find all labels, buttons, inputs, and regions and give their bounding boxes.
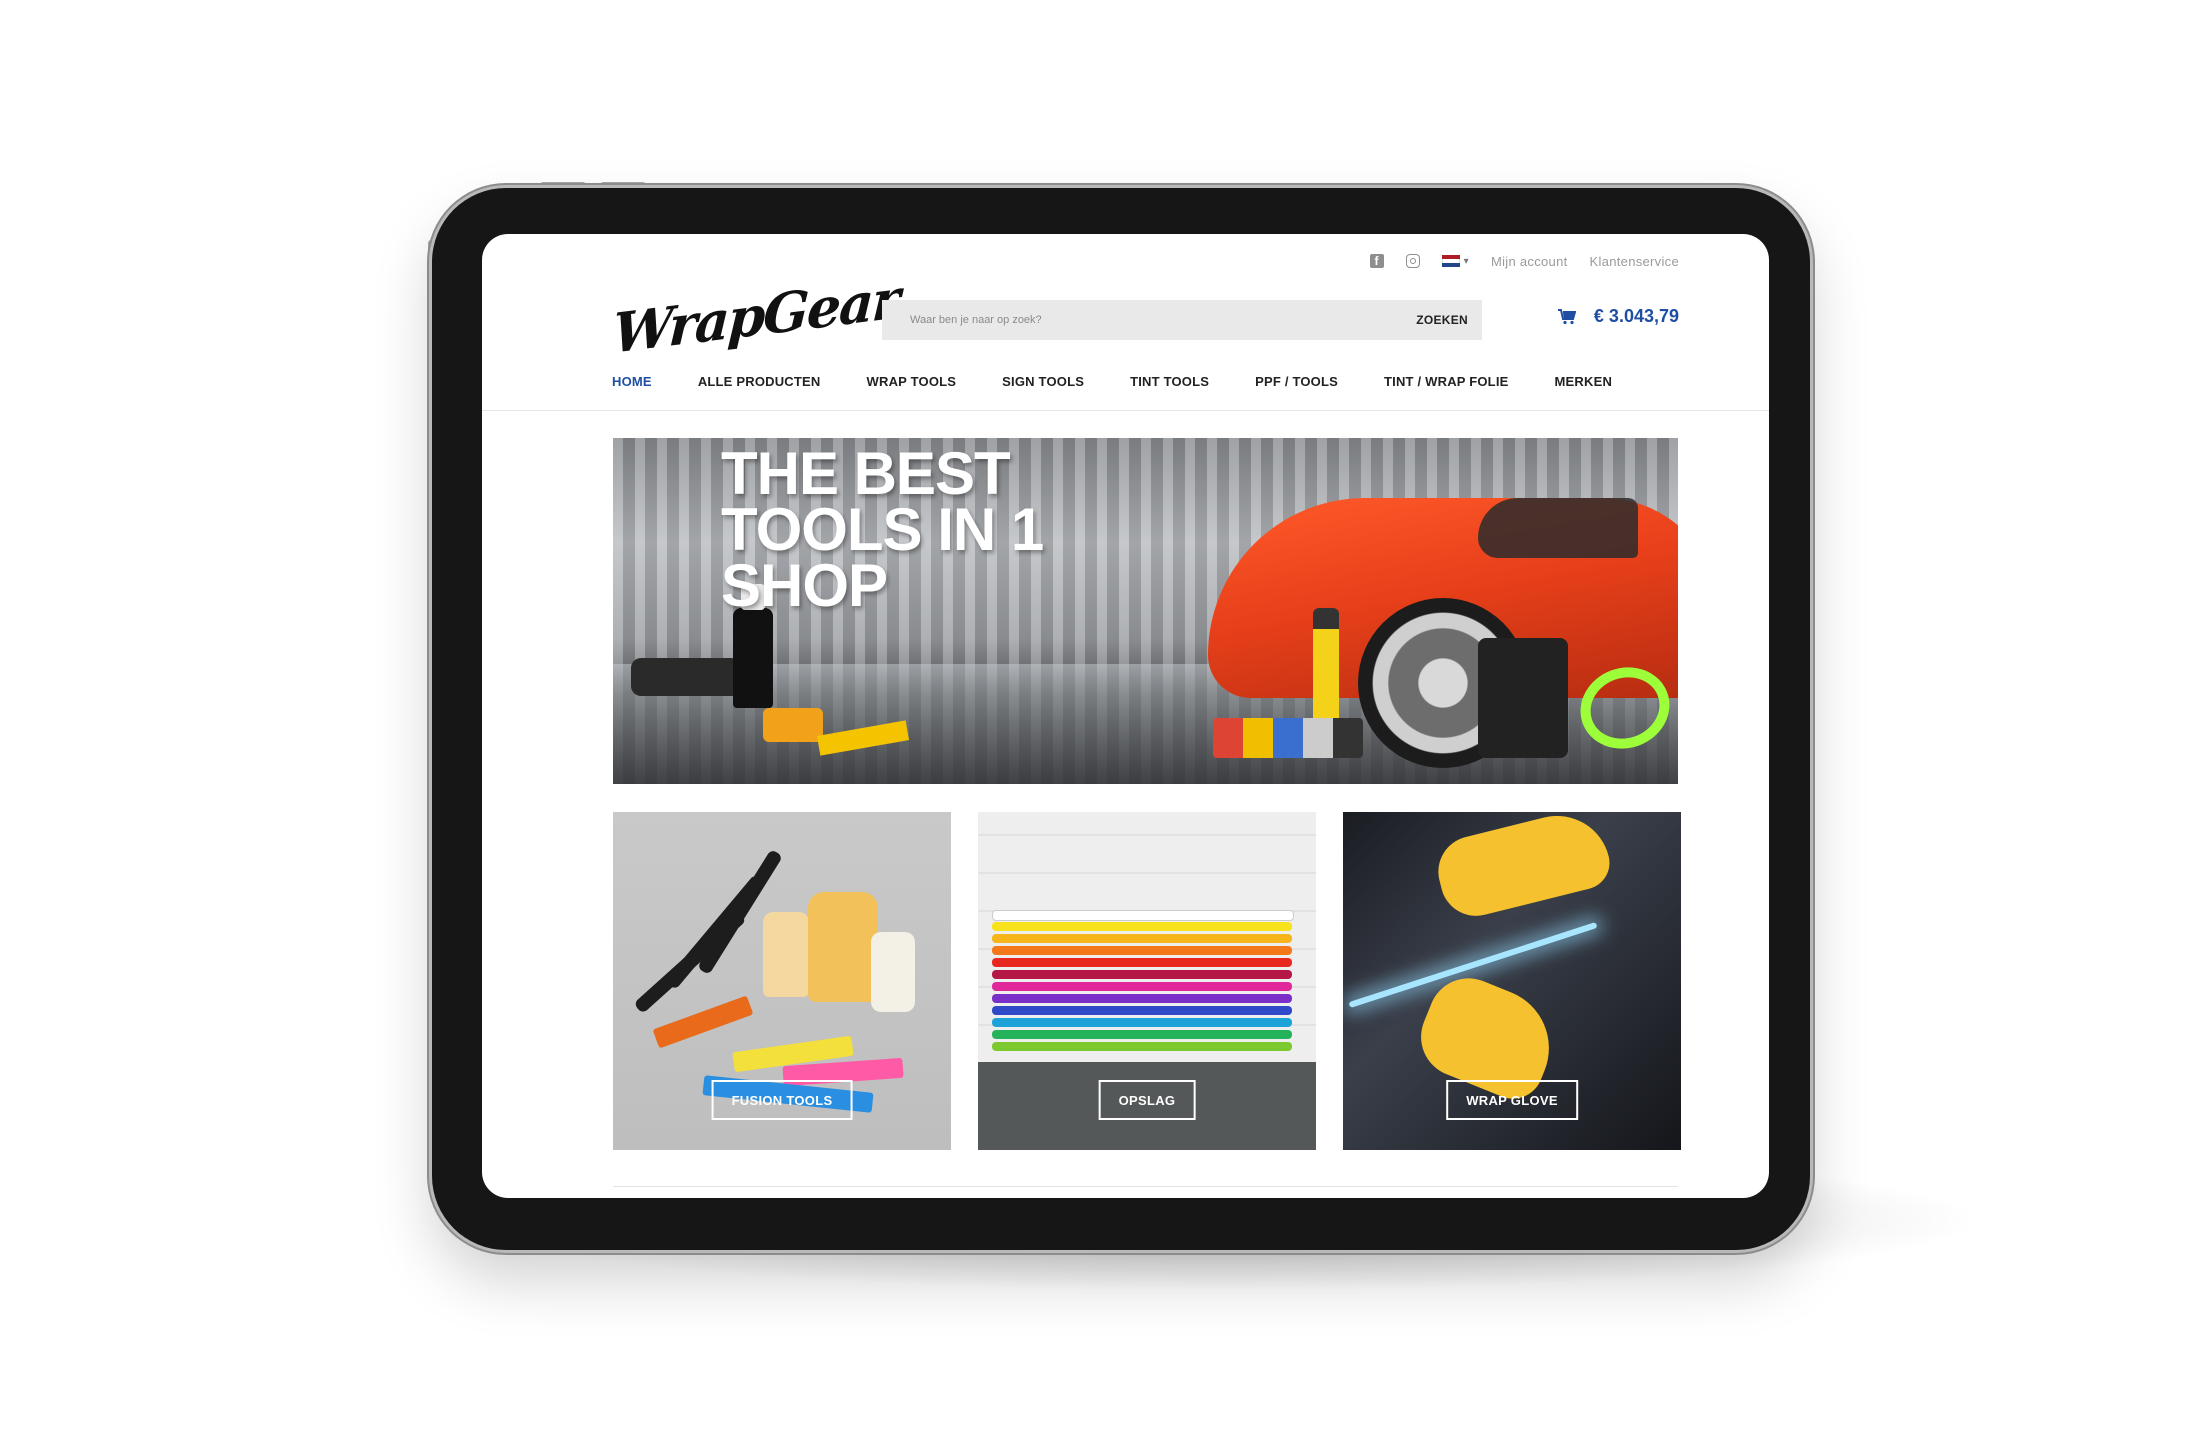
vinyl-roll xyxy=(992,982,1292,991)
vinyl-roll xyxy=(992,970,1292,979)
language-selector[interactable]: ▾ xyxy=(1441,255,1469,267)
squeegee xyxy=(652,995,754,1049)
vinyl-roll xyxy=(992,1042,1292,1051)
instagram-icon[interactable] xyxy=(1405,254,1420,268)
search-button[interactable]: ZOEKEN xyxy=(1402,313,1482,327)
hero-headline: THE BEST TOOLS IN 1 SHOP xyxy=(721,440,1044,619)
customer-service-link[interactable]: Klantenservice xyxy=(1590,254,1679,269)
vinyl-roll xyxy=(992,1006,1292,1015)
glove-hand xyxy=(1430,812,1616,924)
facebook-icon[interactable]: f xyxy=(1369,254,1384,268)
nav-item-alle-producten[interactable]: ALLE PRODUCTEN xyxy=(698,374,821,389)
section-divider xyxy=(613,1186,1678,1187)
rubber-roller xyxy=(763,708,823,742)
car-window xyxy=(1478,498,1638,558)
vinyl-roll xyxy=(992,958,1292,967)
category-label[interactable]: FUSION TOOLS xyxy=(711,1080,853,1120)
nav-item-wrap-tools[interactable]: WRAP TOOLS xyxy=(867,374,957,389)
utility-bar: f ▾ Mijn account Klantenservice xyxy=(1369,246,1679,276)
nav-item-sign-tools[interactable]: SIGN TOOLS xyxy=(1002,374,1084,389)
category-tile-opslag[interactable]: OPSLAG xyxy=(978,812,1316,1150)
nav-item-merken[interactable]: MERKEN xyxy=(1555,374,1613,389)
chevron-down-icon: ▾ xyxy=(1463,255,1469,267)
category-tile-wrap-glove[interactable]: WRAP GLOVE xyxy=(1343,812,1681,1150)
nav-item-home[interactable]: HOME xyxy=(612,374,652,389)
site-logo[interactable]: WrapGear xyxy=(611,266,900,366)
tint-bucket xyxy=(1478,638,1568,758)
fluid-jug xyxy=(808,892,878,1002)
category-tile-fusion-tools[interactable]: FUSION TOOLS xyxy=(613,812,951,1150)
small-tools xyxy=(1213,718,1363,758)
nav-item-ppf-tools[interactable]: PPF / TOOLS xyxy=(1255,374,1338,389)
tablet-screen: f ▾ Mijn account Klantenservice WrapGear… xyxy=(482,234,1769,1198)
vinyl-roll xyxy=(992,946,1292,955)
vinyl-roll xyxy=(992,994,1292,1003)
vinyl-roll xyxy=(992,1018,1292,1027)
tool-handle xyxy=(633,909,747,1015)
category-label[interactable]: WRAP GLOVE xyxy=(1446,1080,1578,1120)
nav-item-tint-wrap-folie[interactable]: TINT / WRAP FOLIE xyxy=(1384,374,1509,389)
fluid-bottle xyxy=(763,912,809,997)
my-account-link[interactable]: Mijn account xyxy=(1491,254,1568,269)
vinyl-roll xyxy=(992,1030,1292,1039)
cart-icon xyxy=(1557,308,1576,324)
main-navigation: HOME ALLE PRODUCTEN WRAP TOOLS SIGN TOOL… xyxy=(612,374,1612,389)
eraser-tool xyxy=(631,658,741,696)
header-divider xyxy=(482,410,1769,411)
nav-item-tint-tools[interactable]: TINT TOOLS xyxy=(1130,374,1209,389)
search-input[interactable] xyxy=(882,300,1403,340)
vinyl-roll xyxy=(992,922,1292,931)
cart-total: € 3.043,79 xyxy=(1593,306,1679,326)
category-label[interactable]: OPSLAG xyxy=(1098,1080,1196,1120)
hero-banner[interactable]: THE BEST TOOLS IN 1 SHOP xyxy=(613,438,1678,784)
spray-bottle xyxy=(733,584,773,708)
vinyl-roll xyxy=(992,910,1294,921)
search-bar: ZOEKEN xyxy=(882,300,1482,340)
vinyl-roll xyxy=(992,934,1292,943)
nl-flag-icon xyxy=(1441,255,1460,267)
cart-summary[interactable]: € 3.043,79 xyxy=(1557,306,1679,327)
fluid-bottle xyxy=(871,932,915,1012)
